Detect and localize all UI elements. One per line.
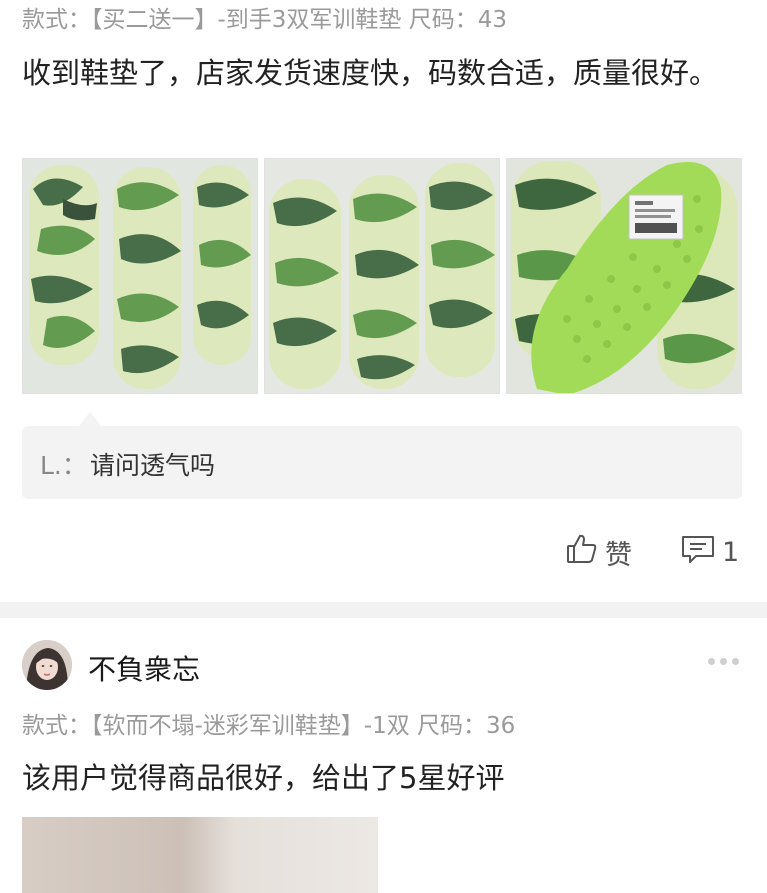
review-photo[interactable]: [22, 158, 258, 394]
section-divider: [0, 602, 767, 618]
comment-icon: [680, 532, 716, 573]
comment-button[interactable]: 1: [680, 530, 739, 574]
like-button[interactable]: 赞: [565, 530, 632, 574]
review-text: 该用户觉得商品很好，给出了5星好评: [22, 761, 505, 795]
reply-pointer: [79, 412, 101, 426]
reply-text: 请问透气吗: [90, 451, 216, 480]
more-options-icon[interactable]: [708, 658, 739, 665]
product-spec: 款式：【软而不塌-迷彩军训鞋垫】-1双 尺码：36: [22, 713, 516, 739]
reply-author: L.：: [40, 451, 87, 480]
review-card: 款式：【买二送一】-到手3双军训鞋垫 尺码：43 收到鞋垫了，店家发货速度快，码…: [0, 0, 767, 602]
review-photo[interactable]: [506, 158, 742, 394]
like-label: 赞: [605, 539, 632, 571]
review-text: 收到鞋垫了，店家发货速度快，码数合适，质量很好。: [22, 56, 719, 90]
reply-box[interactable]: L.： 请问透气吗: [22, 426, 742, 499]
product-spec: 款式：【买二送一】-到手3双军训鞋垫 尺码：43: [22, 7, 508, 33]
review-card: 不負衆忘 款式：【软而不塌-迷彩军训鞋垫】-1双 尺码：36 该用户觉得商品很好…: [0, 618, 767, 893]
username[interactable]: 不負衆忘: [88, 648, 200, 688]
review-photo[interactable]: [22, 817, 378, 893]
thumbs-up-icon: [565, 532, 599, 573]
comment-count: 1: [722, 536, 740, 568]
avatar[interactable]: [22, 640, 72, 690]
review-photo[interactable]: [264, 158, 500, 394]
review-photos: [22, 158, 742, 394]
